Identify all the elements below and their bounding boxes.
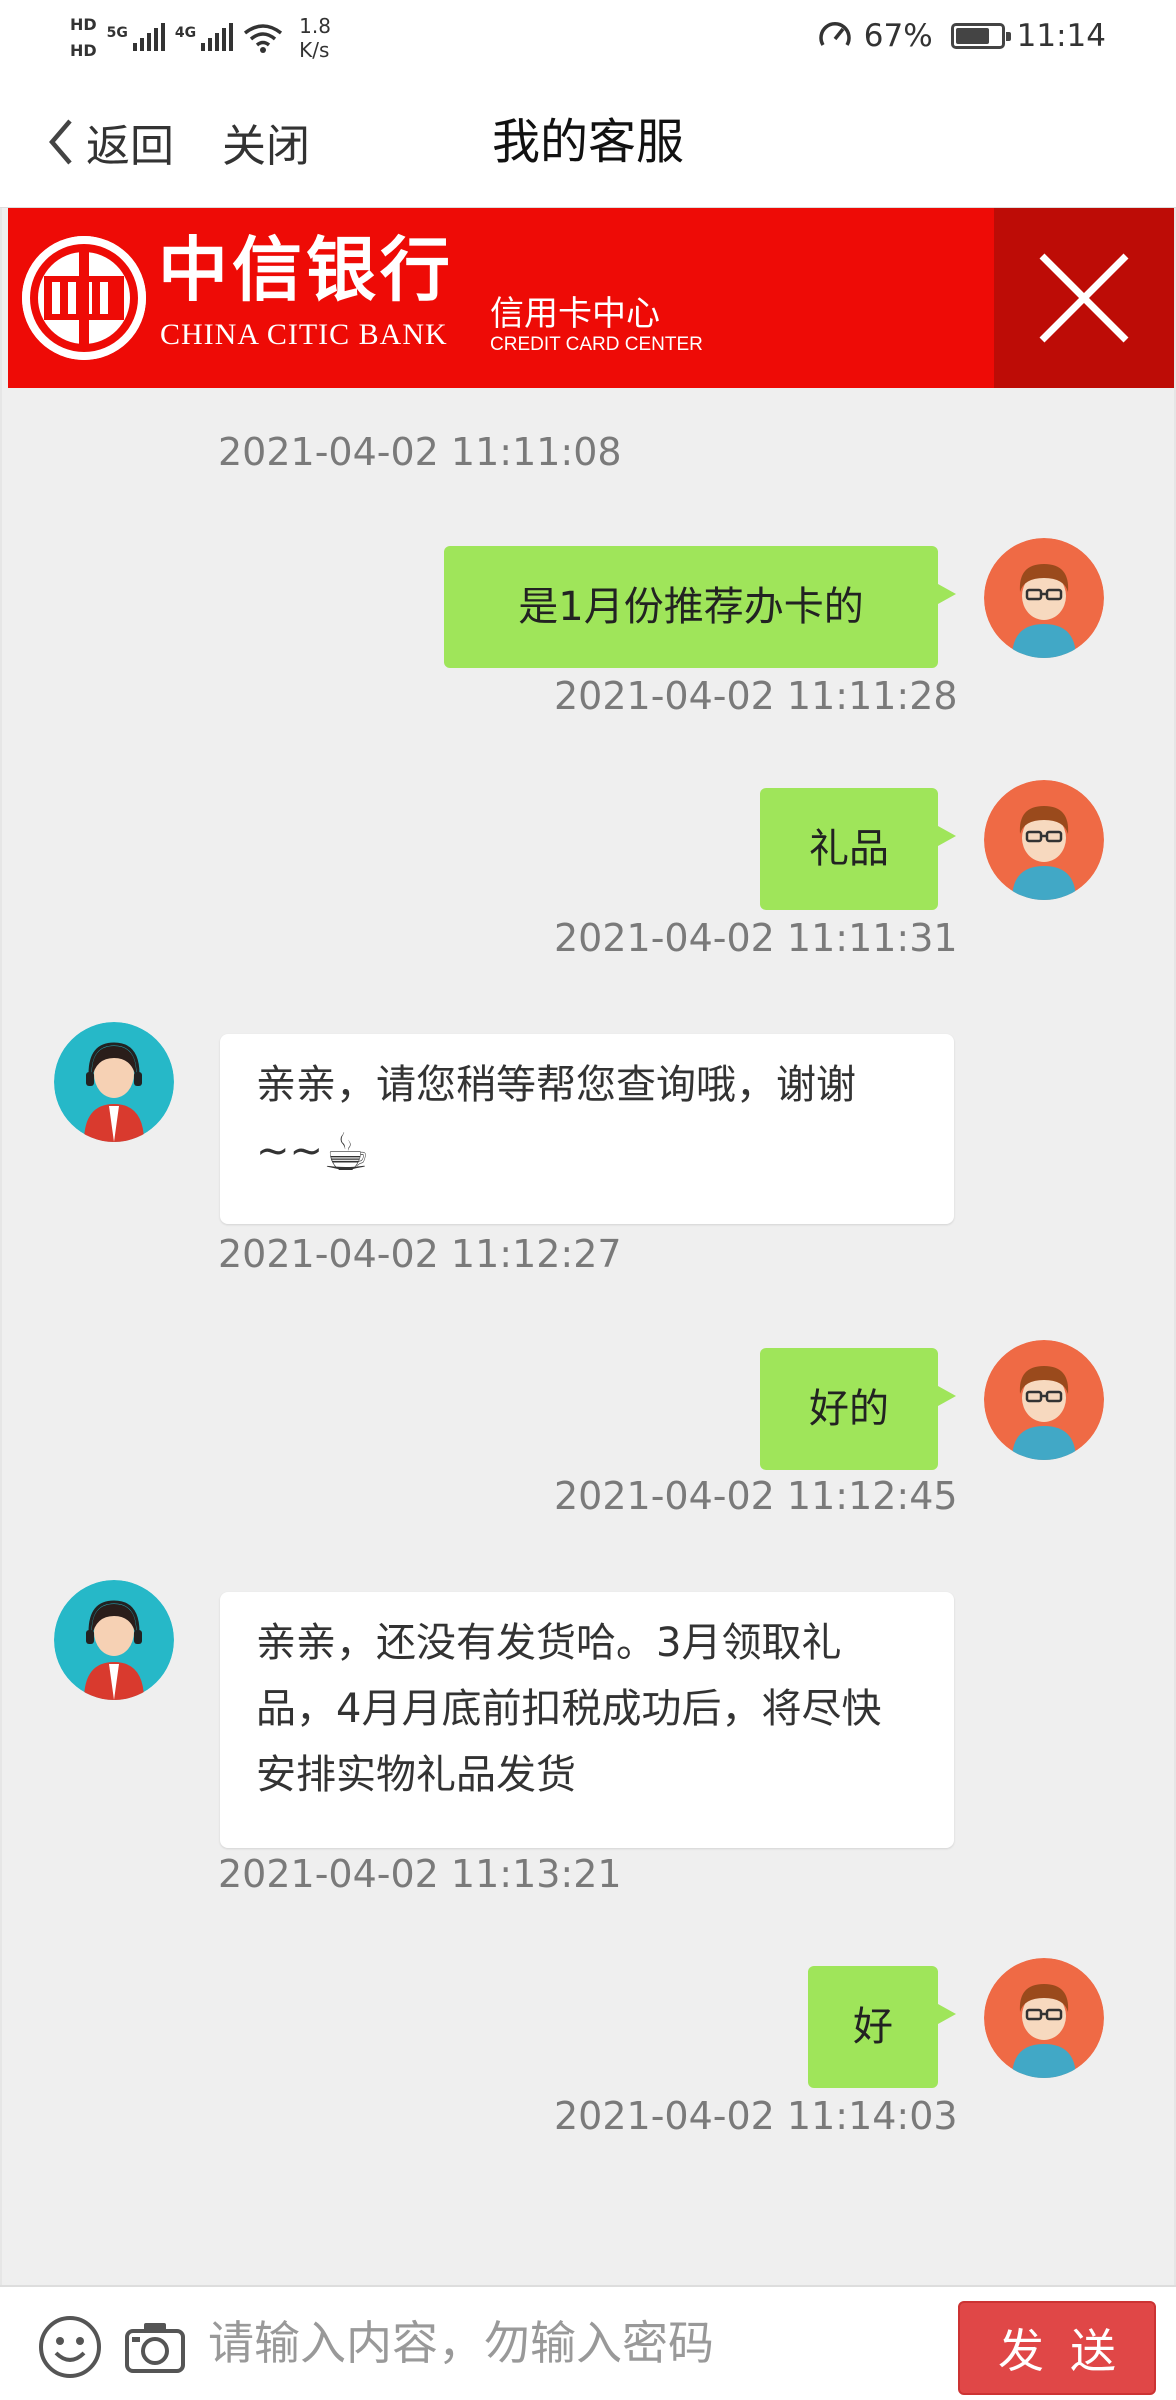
- user-message-bubble: 礼品: [760, 788, 956, 910]
- user-message-bubble: 好: [808, 1966, 956, 2088]
- chevron-left-icon: [49, 119, 72, 165]
- message-text: 好的: [809, 1386, 889, 1432]
- page-title: 我的客服: [491, 114, 684, 170]
- message-timestamp: 2021-04-02 11:12:27: [218, 1232, 622, 1276]
- signal-4g: 4G: [174, 23, 234, 51]
- message-text: 亲亲，请您稍等帮您查询哦，谢谢: [256, 1062, 856, 1108]
- status-bar-right: 67% 11:14: [818, 14, 1106, 58]
- coffee-cup-icon: ☕: [323, 1123, 370, 1183]
- user-avatar: [984, 1958, 1104, 2078]
- user-avatar: [984, 1340, 1104, 1460]
- send-button[interactable]: 发送: [958, 2301, 1156, 2395]
- credit-card-center-chinese: 信用卡中心: [490, 294, 660, 334]
- close-label: 关闭: [222, 121, 310, 172]
- speedometer-icon: [819, 22, 851, 46]
- battery-icon: [950, 23, 1011, 49]
- bank-name-english: CHINA CITIC BANK: [160, 318, 448, 351]
- status-bar: HD HD 5G 4G 1.8 K/s 67% 11:14: [0, 0, 1176, 76]
- close-button[interactable]: 关闭: [222, 112, 310, 172]
- user-avatar-icon: [984, 1958, 1104, 2078]
- network-speed-unit: K/s: [299, 38, 330, 62]
- message-text: 好: [853, 2004, 893, 2050]
- signal-bars-icon: [201, 23, 234, 51]
- signal-5g-label: 5G: [106, 25, 128, 41]
- back-label: 返回: [86, 121, 174, 172]
- message-text: 亲亲，还没有发货哈。3月领取礼品，4月月底前扣税成功后，将尽快安排实物礼品发货: [256, 1620, 882, 1798]
- message-input-bar: 发送: [0, 2285, 1176, 2400]
- bank-name-chinese: 中信银行: [158, 228, 454, 311]
- camera-icon[interactable]: [124, 2319, 186, 2375]
- clock: 11:14: [1016, 18, 1106, 54]
- agent-avatar: [54, 1580, 174, 1700]
- smiley-icon[interactable]: [38, 2315, 102, 2379]
- agent-message-bubble: 亲亲，请您稍等帮您查询哦，谢谢 ~~☕: [220, 1034, 954, 1224]
- message-timestamp: 2021-04-02 11:11:08: [218, 430, 622, 474]
- signal-5g: 5G: [106, 23, 165, 51]
- close-icon: [1039, 253, 1129, 343]
- network-speed-value: 1.8: [299, 14, 331, 38]
- agent-avatar-icon: [54, 1022, 174, 1142]
- chat-area[interactable]: 2021-04-02 11:11:08 是1月份推荐办卡的 2021-04-02…: [0, 208, 1176, 2285]
- signal-bars-icon: [132, 23, 165, 51]
- message-timestamp: 2021-04-02 11:14:03: [554, 2094, 958, 2138]
- user-avatar: [984, 780, 1104, 900]
- agent-avatar-icon: [54, 1580, 174, 1700]
- hd-indicator-1: HD: [70, 15, 97, 34]
- user-avatar-icon: [984, 1340, 1104, 1460]
- message-text-continued: ~~: [256, 1128, 324, 1174]
- message-timestamp: 2021-04-02 11:11:28: [554, 674, 958, 718]
- back-button[interactable]: 返回: [46, 112, 174, 172]
- message-text: 是1月份推荐办卡的: [518, 584, 864, 630]
- message-timestamp: 2021-04-02 11:13:21: [218, 1852, 622, 1896]
- signal-4g-label: 4G: [174, 25, 197, 41]
- hd-indicator-2: HD: [70, 41, 97, 60]
- credit-card-center-english: CREDIT CARD CENTER: [490, 334, 703, 355]
- message-input[interactable]: [208, 2307, 938, 2379]
- banner-close-button[interactable]: [994, 208, 1174, 388]
- user-message-bubble: 是1月份推荐办卡的: [444, 546, 956, 668]
- navigation-bar: 返回 关闭 我的客服: [0, 76, 1176, 208]
- agent-avatar: [54, 1022, 174, 1142]
- message-timestamp: 2021-04-02 11:11:31: [554, 916, 958, 960]
- agent-message-bubble: 亲亲，还没有发货哈。3月领取礼品，4月月底前扣税成功后，将尽快安排实物礼品发货: [220, 1592, 954, 1848]
- user-avatar: [984, 538, 1104, 658]
- message-text: 礼品: [809, 826, 889, 872]
- hd-indicators: HD HD: [70, 14, 97, 62]
- citic-bank-banner: 中信银行 CHINA CITIC BANK 信用卡中心 CREDIT CARD …: [8, 208, 1174, 388]
- battery-percentage: 67%: [863, 18, 933, 54]
- citic-logo-icon: [22, 236, 146, 360]
- user-avatar-icon: [984, 538, 1104, 658]
- wifi-icon: [244, 24, 283, 53]
- user-message-bubble: 好的: [760, 1348, 956, 1470]
- status-bar-left: HD HD 5G 4G 1.8 K/s: [70, 8, 331, 68]
- network-speed: 1.8 K/s: [299, 14, 331, 62]
- message-timestamp: 2021-04-02 11:12:45: [554, 1474, 958, 1518]
- user-avatar-icon: [984, 780, 1104, 900]
